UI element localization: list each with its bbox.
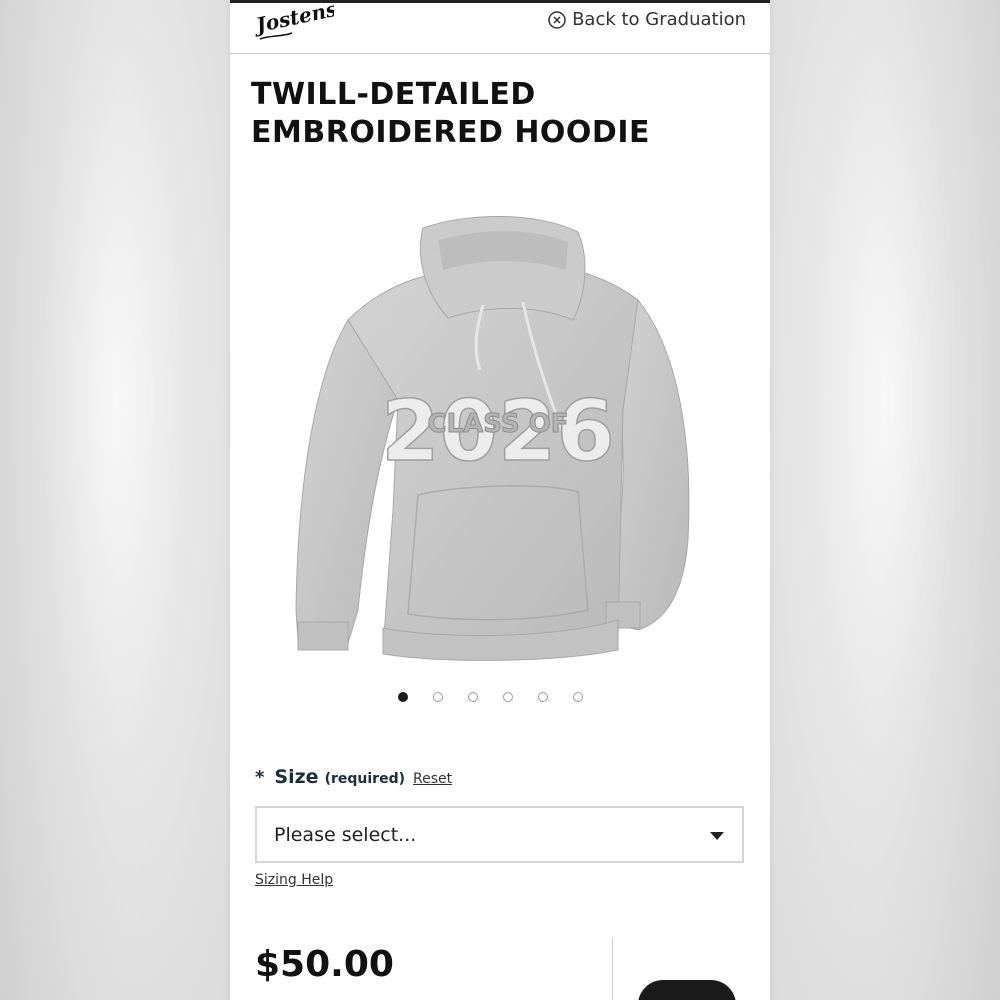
carousel-dot-6[interactable] bbox=[573, 692, 583, 702]
header: Jostens Back to Graduation bbox=[230, 0, 770, 54]
product-title: TWILL-DETAILED EMBROIDERED HOODIE bbox=[251, 76, 751, 152]
caret-down-icon bbox=[710, 832, 724, 840]
sizing-help-link[interactable]: Sizing Help bbox=[255, 872, 333, 888]
background-right bbox=[770, 0, 1000, 1000]
carousel-dot-5[interactable] bbox=[538, 692, 548, 702]
back-link-label: Back to Graduation bbox=[572, 9, 746, 30]
print-class-of: CLASS OF bbox=[428, 409, 569, 439]
price-divider bbox=[612, 938, 613, 1000]
size-select[interactable]: Please select... bbox=[255, 806, 744, 863]
product-page: Jostens Back to Graduation TWILL-DETAILE… bbox=[230, 0, 770, 1000]
carousel-dot-3[interactable] bbox=[468, 692, 478, 702]
carousel-dot-2[interactable] bbox=[433, 692, 443, 702]
required-text: (required) bbox=[324, 771, 405, 787]
background-left bbox=[0, 0, 230, 1000]
title-line-2: EMBROIDERED HOODIE bbox=[251, 115, 650, 150]
carousel-dot-1[interactable] bbox=[398, 692, 408, 702]
hoodie-product-image[interactable]: 2026 CLASS OF bbox=[288, 210, 708, 672]
logo-text: Jostens bbox=[252, 0, 334, 38]
back-to-graduation-link[interactable]: Back to Graduation bbox=[548, 9, 746, 30]
size-label: Size bbox=[274, 766, 319, 788]
add-to-cart-button[interactable] bbox=[638, 980, 736, 1000]
carousel-dot-4[interactable] bbox=[503, 692, 513, 702]
image-carousel-dots bbox=[398, 692, 583, 702]
size-option-label: * Size (required) Reset bbox=[255, 766, 452, 788]
size-select-value: Please select... bbox=[274, 823, 417, 846]
required-asterisk: * bbox=[255, 767, 265, 788]
product-price: $50.00 bbox=[255, 944, 394, 985]
close-circle-icon bbox=[548, 10, 566, 29]
title-line-1: TWILL-DETAILED bbox=[251, 77, 536, 112]
reset-link[interactable]: Reset bbox=[413, 771, 452, 787]
jostens-logo[interactable]: Jostens bbox=[252, 0, 334, 45]
